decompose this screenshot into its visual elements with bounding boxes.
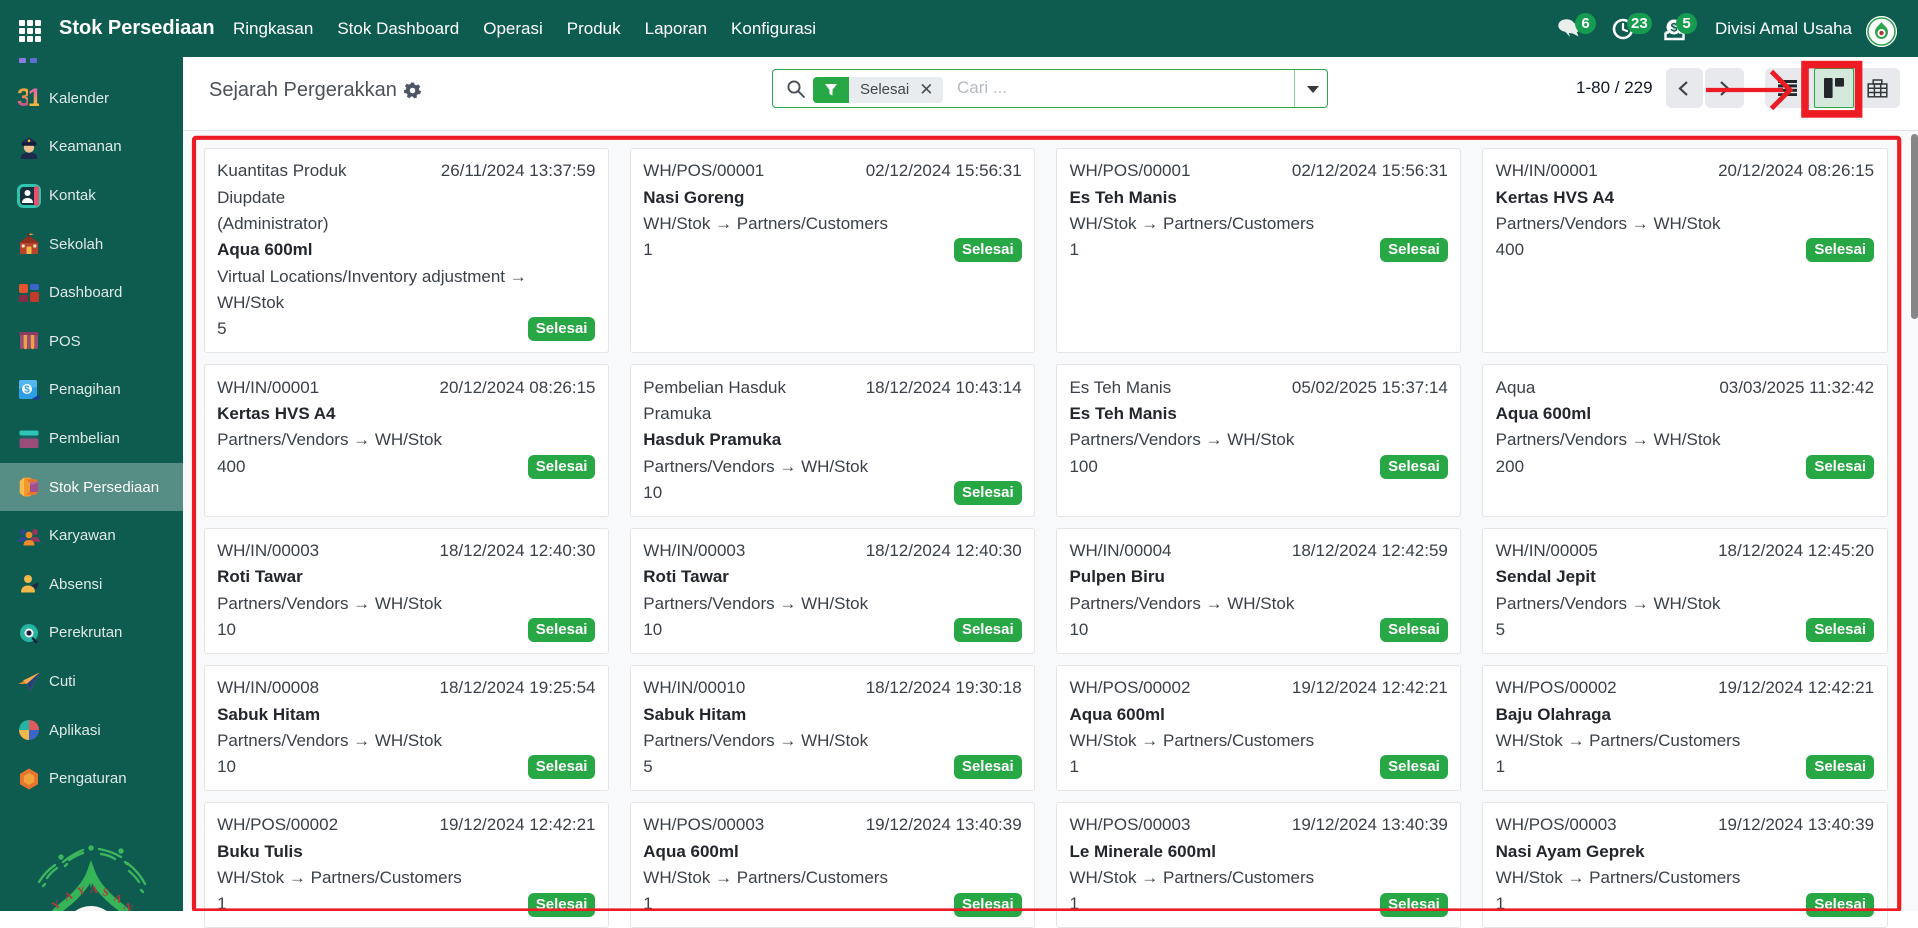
svg-text:A: A: [90, 884, 98, 896]
svg-text:$: $: [24, 385, 30, 396]
svg-text:N: N: [121, 901, 134, 911]
